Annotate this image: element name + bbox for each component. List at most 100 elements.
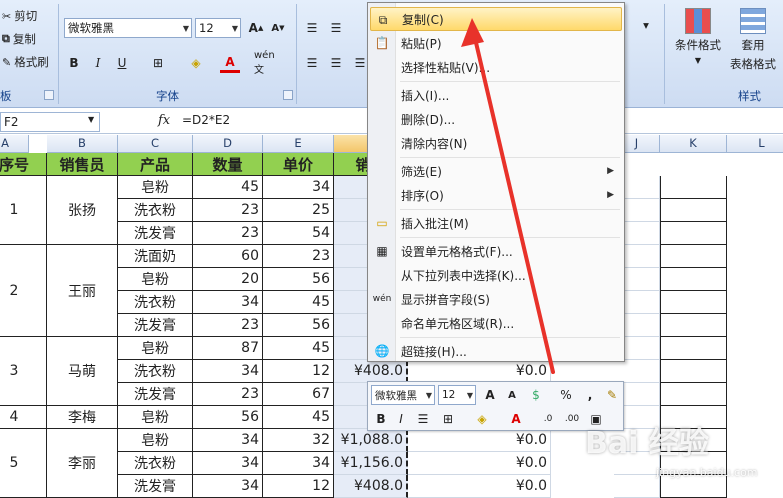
price-cell[interactable]: 56: [263, 314, 334, 337]
increase-decimal-icon[interactable]: .0: [538, 409, 558, 429]
grow-font-button[interactable]: A ▲: [246, 18, 266, 38]
price-cell[interactable]: 45: [263, 291, 334, 314]
font-name-combo[interactable]: 微软雅黑 ▼: [64, 18, 192, 38]
fill-color-button[interactable]: ◈: [186, 53, 206, 73]
comma-icon[interactable]: ,: [580, 385, 600, 405]
sales-cell[interactable]: ¥408.0: [334, 360, 408, 383]
header-price[interactable]: 单价: [263, 153, 334, 176]
menu-item-hyperlink[interactable]: 🌐 超链接(H)...: [370, 339, 622, 363]
number-format-buttons[interactable]: ▾: [628, 18, 664, 32]
qty-cell[interactable]: 34: [193, 429, 263, 452]
header-seller[interactable]: 销售员: [47, 153, 118, 176]
qty-cell[interactable]: 45: [193, 176, 263, 199]
paint-bucket-icon[interactable]: ◈: [472, 409, 492, 429]
border-icon[interactable]: ⊞: [438, 409, 458, 429]
table-style-button[interactable]: 套用 表格格式: [724, 8, 782, 72]
seller-cell[interactable]: 张扬: [47, 176, 118, 245]
empty-cell[interactable]: [660, 291, 727, 314]
column-header[interactable]: L: [727, 135, 783, 153]
g-cell[interactable]: ¥0.0: [408, 452, 551, 475]
sales-cell[interactable]: ¥1,156.0: [334, 452, 408, 475]
column-header[interactable]: E: [263, 135, 334, 153]
header-seq[interactable]: 序号: [0, 153, 47, 176]
price-cell[interactable]: 45: [263, 337, 334, 360]
price-cell[interactable]: 34: [263, 452, 334, 475]
align-center-icon[interactable]: ☰: [326, 53, 346, 73]
qty-cell[interactable]: 56: [193, 406, 263, 429]
seq-cell[interactable]: 4: [0, 406, 47, 429]
font-color-button[interactable]: A: [220, 53, 240, 73]
product-cell[interactable]: 洗发膏: [118, 222, 193, 245]
price-cell[interactable]: 32: [263, 429, 334, 452]
price-cell[interactable]: 34: [263, 176, 334, 199]
phonetic-button[interactable]: wén文: [254, 50, 280, 76]
percent-icon[interactable]: %: [556, 385, 576, 405]
qty-cell[interactable]: 34: [193, 291, 263, 314]
qty-cell[interactable]: 60: [193, 245, 263, 268]
shrink-font-button[interactable]: A: [502, 385, 522, 405]
menu-item-insert-comment[interactable]: ▭ 插入批注(M): [370, 211, 622, 235]
empty-cell[interactable]: [660, 199, 727, 222]
seller-cell[interactable]: 李梅: [47, 406, 118, 429]
qty-cell[interactable]: 20: [193, 268, 263, 291]
price-cell[interactable]: 12: [263, 360, 334, 383]
decrease-decimal-icon[interactable]: .00: [562, 409, 582, 429]
menu-item-name-range[interactable]: 命名单元格区域(R)...: [370, 311, 622, 335]
product-cell[interactable]: 洗发膏: [118, 383, 193, 406]
bold-button[interactable]: B: [371, 409, 391, 429]
italic-button[interactable]: I: [391, 409, 411, 429]
formula-input[interactable]: =D2*E2: [182, 113, 230, 127]
empty-cell[interactable]: [660, 337, 727, 360]
shrink-font-button[interactable]: A ▼: [268, 18, 288, 38]
column-header[interactable]: K: [660, 135, 727, 153]
product-cell[interactable]: 洗衣粉: [118, 452, 193, 475]
menu-item-phonetic[interactable]: wén 显示拼音字段(S): [370, 287, 622, 311]
align-left-icon[interactable]: ☰: [302, 53, 322, 73]
sales-cell[interactable]: ¥1,088.0: [334, 429, 408, 452]
g-cell[interactable]: ¥0.0: [408, 360, 551, 383]
qty-cell[interactable]: 34: [193, 452, 263, 475]
conditional-format-button[interactable]: 条件格式 ▼: [670, 8, 726, 65]
product-cell[interactable]: 皂粉: [118, 268, 193, 291]
header-product[interactable]: 产品: [118, 153, 193, 176]
qty-cell[interactable]: 23: [193, 222, 263, 245]
seller-cell[interactable]: 王丽: [47, 245, 118, 337]
menu-item-paste-special[interactable]: 选择性粘贴(V)...: [370, 55, 622, 79]
qty-cell[interactable]: 87: [193, 337, 263, 360]
empty-cell[interactable]: [660, 314, 727, 337]
product-cell[interactable]: 皂粉: [118, 429, 193, 452]
g-cell[interactable]: ¥0.0: [408, 429, 551, 452]
product-cell[interactable]: 皂粉: [118, 337, 193, 360]
font-color-icon[interactable]: A: [506, 409, 526, 429]
menu-item-filter[interactable]: 筛选(E) ▶: [370, 159, 622, 183]
qty-cell[interactable]: 23: [193, 199, 263, 222]
qty-cell[interactable]: 23: [193, 383, 263, 406]
product-cell[interactable]: 洗衣粉: [118, 360, 193, 383]
chevron-down-icon[interactable]: ▼: [88, 115, 94, 124]
fx-icon[interactable]: fx: [158, 113, 170, 128]
product-cell[interactable]: 洗面奶: [118, 245, 193, 268]
seq-cell[interactable]: 2: [0, 245, 47, 337]
seq-cell[interactable]: 3: [0, 337, 47, 406]
price-cell[interactable]: 25: [263, 199, 334, 222]
product-cell[interactable]: 洗衣粉: [118, 291, 193, 314]
menu-item-clear[interactable]: 清除内容(N): [370, 131, 622, 155]
menu-item-format-cells[interactable]: ▦ 设置单元格格式(F)...: [370, 239, 622, 263]
column-header[interactable]: A: [0, 135, 29, 153]
align-top-icon[interactable]: ☰: [302, 18, 322, 38]
product-cell[interactable]: 洗衣粉: [118, 199, 193, 222]
column-header[interactable]: D: [193, 135, 263, 153]
empty-cell[interactable]: [660, 268, 727, 291]
empty-cell[interactable]: [660, 245, 727, 268]
qty-cell[interactable]: 34: [193, 360, 263, 383]
currency-icon[interactable]: $: [526, 385, 546, 405]
product-cell[interactable]: 皂粉: [118, 406, 193, 429]
menu-item-sort[interactable]: 排序(O) ▶: [370, 183, 622, 207]
cut-button[interactable]: ✂ 剪切: [2, 8, 37, 24]
empty-cell[interactable]: [660, 383, 727, 406]
price-cell[interactable]: 67: [263, 383, 334, 406]
seq-cell[interactable]: 1: [0, 176, 47, 245]
brush-icon[interactable]: ✎: [602, 385, 622, 405]
mini-font-combo[interactable]: 微软雅黑 ▼: [371, 385, 435, 405]
bold-button[interactable]: B: [64, 53, 84, 73]
